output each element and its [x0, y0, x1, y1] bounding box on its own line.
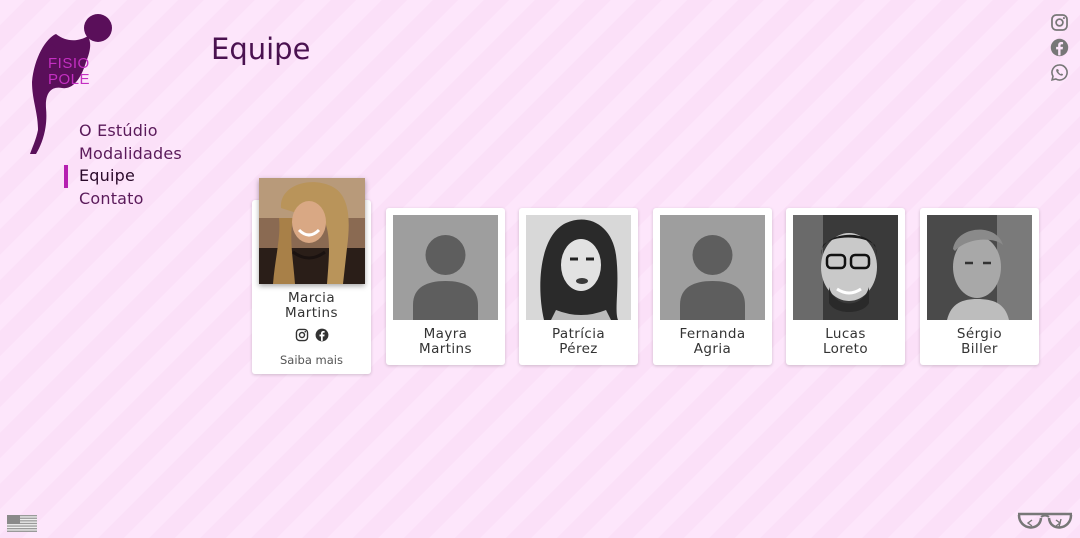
whatsapp-icon[interactable]: [1050, 63, 1069, 82]
instagram-icon[interactable]: [1050, 13, 1069, 32]
team-card-lucas-loreto[interactable]: Lucas Loreto: [786, 208, 905, 365]
member-last-name: Martins: [419, 341, 472, 357]
page-title: Equipe: [211, 32, 311, 66]
member-photo: [793, 215, 898, 320]
member-name: Patrícia Pérez: [519, 327, 638, 357]
us-flag-icon[interactable]: [7, 515, 37, 532]
instagram-icon[interactable]: [295, 328, 309, 342]
team-card-mayra-martins[interactable]: Mayra Martins: [386, 208, 505, 365]
member-photo-placeholder: [660, 215, 765, 320]
member-first-name: Marcia: [287, 290, 336, 306]
member-photo: [927, 215, 1032, 320]
facebook-icon[interactable]: [315, 328, 329, 342]
member-name: Marcia Martins: [252, 291, 371, 321]
team-card-fernanda-agria[interactable]: Fernanda Agria: [653, 208, 772, 365]
member-last-name: Biller: [961, 341, 998, 357]
member-social-links: [252, 328, 371, 342]
member-first-name: Lucas: [825, 326, 866, 342]
member-first-name: Fernanda: [679, 326, 746, 342]
saiba-mais-link[interactable]: Saiba mais: [252, 353, 371, 367]
main-nav: O Estúdio Modalidades Equipe Contato: [64, 120, 182, 210]
nav-item-contato[interactable]: Contato: [64, 188, 182, 211]
member-name: Sérgio Biller: [920, 327, 1039, 357]
member-last-name: Agria: [693, 341, 732, 357]
member-name: Lucas Loreto: [786, 327, 905, 357]
member-photo-placeholder: [393, 215, 498, 320]
team-card-sergio-biller[interactable]: Sérgio Biller: [920, 208, 1039, 365]
member-first-name: Mayra: [423, 326, 468, 342]
logo-text-pole: POLE: [48, 71, 90, 88]
logo-text-fisio: FISIO: [48, 55, 90, 72]
facebook-icon[interactable]: [1050, 38, 1069, 57]
team-card-marcia-martins[interactable]: Marcia Martins Saiba mais: [252, 178, 371, 374]
member-last-name: Martins: [285, 305, 338, 321]
glasses-code-icon[interactable]: [1016, 510, 1074, 534]
member-photo: [526, 215, 631, 320]
member-photo: [259, 178, 365, 284]
nav-item-equipe[interactable]: Equipe: [64, 165, 182, 188]
nav-item-modalidades[interactable]: Modalidades: [64, 143, 182, 166]
team-card-patricia-perez[interactable]: Patrícia Pérez: [519, 208, 638, 365]
nav-item-o-estudio[interactable]: O Estúdio: [64, 120, 182, 143]
member-first-name: Sérgio: [956, 326, 1003, 342]
member-name: Fernanda Agria: [653, 327, 772, 357]
member-last-name: Pérez: [559, 341, 598, 357]
member-name: Mayra Martins: [386, 327, 505, 357]
member-last-name: Loreto: [822, 341, 869, 357]
header-social-links: [1050, 13, 1069, 82]
member-first-name: Patrícia: [551, 326, 606, 342]
